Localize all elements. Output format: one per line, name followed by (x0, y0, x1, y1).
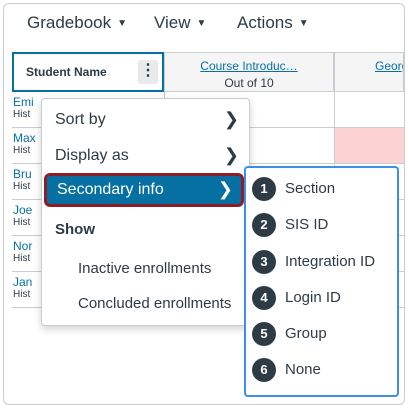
assignment-header[interactable]: Course Introduc… Out of 10 (164, 52, 334, 92)
actions-menu-button[interactable]: Actions ▼ (237, 13, 309, 33)
actions-menu-label: Actions (237, 13, 293, 32)
gradebook-menu-label: Gradebook (27, 13, 112, 32)
student-name-header[interactable]: Student Name ⋮ (12, 52, 164, 92)
submenu-item-label: Group (285, 325, 327, 342)
step-number-badge: 5 (252, 322, 276, 346)
next-assignment-header-link[interactable]: Georg (375, 59, 403, 73)
menu-item-label: Sort by (55, 111, 106, 128)
student-name-header-label: Student Name (26, 65, 107, 79)
assignment-header-link[interactable]: Course Introduc… (165, 59, 333, 73)
step-number-badge: 3 (252, 250, 276, 274)
step-number-badge: 6 (252, 358, 276, 382)
submenu-item-none[interactable]: 6 None (252, 357, 392, 385)
chevron-right-icon: ❯ (217, 179, 233, 199)
submenu-item-label: None (285, 361, 321, 378)
submenu-item-group[interactable]: 5 Group (252, 321, 392, 349)
student-column-menu: Sort by ❯ Display as ❯ Secondary info ❯ … (41, 98, 250, 326)
submenu-item-label: SIS ID (285, 216, 329, 233)
step-number-badge: 4 (252, 286, 276, 310)
menu-item-sort-by[interactable]: Sort by ❯ (42, 103, 249, 137)
chevron-right-icon: ❯ (223, 109, 239, 129)
caret-down-icon: ▼ (298, 17, 309, 29)
student-section: Hist (13, 145, 31, 156)
gradebook-menu-button[interactable]: Gradebook ▼ (27, 13, 127, 33)
submenu-item-section[interactable]: 1 Section (252, 176, 392, 204)
caret-down-icon: ▼ (196, 17, 207, 29)
view-menu-label: View (154, 13, 191, 32)
student-name-link[interactable]: Max (13, 131, 36, 145)
assignment-points: Out of 10 (224, 76, 274, 90)
student-name-link[interactable]: Jan (13, 275, 32, 289)
student-name-link[interactable]: Emi (13, 95, 34, 109)
student-section: Hist (13, 253, 31, 264)
student-section: Hist (13, 217, 31, 228)
submenu-item-label: Integration ID (285, 253, 376, 270)
show-heading: Show (55, 221, 95, 238)
menu-item-display-as[interactable]: Display as ❯ (42, 139, 249, 173)
next-assignment-header[interactable]: Georg (334, 52, 404, 92)
step-number-badge: 1 (252, 177, 276, 201)
menu-item-secondary-info[interactable]: Secondary info ❯ (44, 173, 244, 207)
student-section: Hist (13, 181, 31, 192)
chevron-right-icon: ❯ (223, 145, 239, 165)
submenu-item-label: Section (285, 180, 336, 197)
kebab-menu-icon[interactable]: ⋮ (138, 60, 158, 84)
menu-item-label: Display as (55, 147, 129, 164)
caret-down-icon: ▼ (117, 17, 128, 29)
submenu-item-login-id[interactable]: 4 Login ID (252, 285, 392, 313)
student-section: Hist (13, 109, 31, 120)
app-frame: Gradebook ▼ View ▼ Actions ▼ Student Nam… (3, 3, 405, 405)
student-name-link[interactable]: Joe (13, 203, 32, 217)
grade-cell[interactable] (334, 92, 404, 127)
view-menu-button[interactable]: View ▼ (154, 13, 206, 33)
menu-item-concluded-enrollments[interactable]: Concluded enrollments (78, 295, 231, 312)
gradebook-toolbar: Gradebook ▼ View ▼ Actions ▼ (4, 4, 404, 48)
submenu-item-label: Login ID (285, 289, 341, 306)
submenu-item-sis-id[interactable]: 2 SIS ID (252, 212, 392, 240)
student-name-link[interactable]: Nor (13, 239, 32, 253)
step-number-badge: 2 (252, 213, 276, 237)
secondary-info-submenu: 1 Section 2 SIS ID 3 Integration ID 4 Lo… (244, 166, 399, 397)
submenu-item-integration-id[interactable]: 3 Integration ID (252, 249, 392, 277)
student-section: Hist (13, 289, 31, 300)
menu-item-inactive-enrollments[interactable]: Inactive enrollments (78, 260, 211, 277)
menu-item-label: Secondary info (57, 181, 164, 198)
student-name-link[interactable]: Bru (13, 167, 32, 181)
grade-cell-missing[interactable] (334, 128, 404, 163)
